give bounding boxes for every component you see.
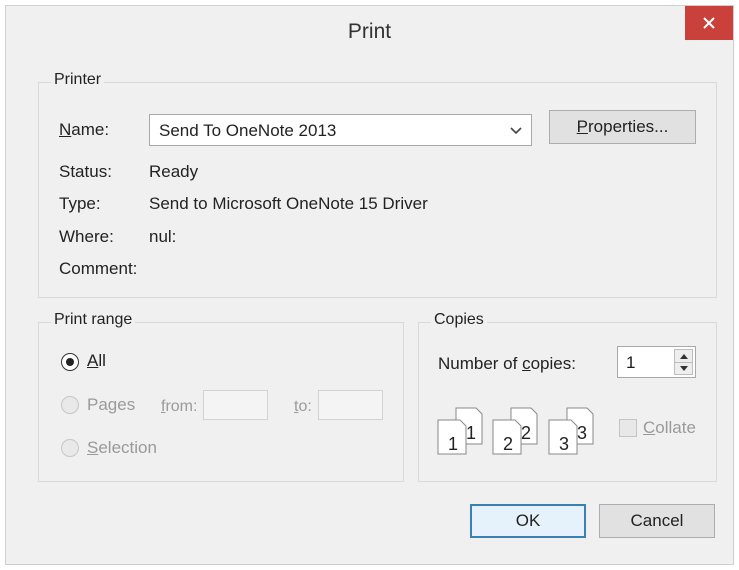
status-label: Status: [59,162,112,181]
status-value: Ready [149,162,199,181]
collate-page-pair-1: 1 1 [436,406,488,461]
copies-spinner[interactable]: 1 [617,346,696,378]
where-label: Where: [59,227,114,246]
all-radio[interactable] [61,353,79,371]
pages-radio[interactable] [61,396,79,414]
chevron-down-icon [510,127,522,135]
number-of-copies-label: Number of copies: [438,354,576,373]
from-label: from: [161,398,198,415]
properties-button[interactable]: Properties... [549,110,696,144]
close-icon [703,17,715,29]
printer-name-select[interactable]: Send To OneNote 2013 [149,114,532,146]
to-page-input[interactable] [318,390,383,420]
collate-checkbox[interactable] [619,419,637,437]
triangle-down-icon [679,365,688,371]
copies-value: 1 [626,353,636,372]
selection-label: Selection [87,438,157,457]
comment-label: Comment: [59,259,138,278]
name-label: Name: [59,120,110,139]
type-value: Send to Microsoft OneNote 15 Driver [149,194,428,213]
collate-page-pair-2: 2 2 [491,406,543,461]
page-back-number: 2 [521,423,531,443]
triangle-up-icon [679,353,688,359]
all-label[interactable]: All [87,351,106,371]
printer-group-label: Printer [51,71,105,89]
from-page-input[interactable] [203,390,268,420]
print-range-label: Print range [51,311,136,329]
page-front-number: 1 [448,434,458,454]
page-front-number: 3 [559,434,569,454]
to-label: to: [294,398,312,415]
pages-label: Pages [87,395,136,414]
spinner-buttons [674,349,693,375]
spinner-down-button[interactable] [675,362,692,374]
page-back-number: 3 [577,423,587,443]
where-value: nul: [149,227,177,246]
collate-label: Collate [643,418,696,437]
dialog-title: Print [347,20,392,43]
ok-button[interactable]: OK [470,504,586,538]
selection-radio[interactable] [61,439,79,457]
close-button[interactable] [685,6,733,40]
cancel-button[interactable]: Cancel [599,504,715,538]
page-front-number: 2 [503,434,513,454]
print-dialog: Print Printer Name: Send To OneNote 2013… [5,5,734,565]
copies-label: Copies [431,311,487,329]
type-label: Type: [59,194,101,213]
page-back-number: 1 [466,423,476,443]
title-bar: Print [6,6,733,54]
collate-page-pair-3: 3 3 [547,406,599,461]
printer-name-value: Send To OneNote 2013 [159,121,337,140]
